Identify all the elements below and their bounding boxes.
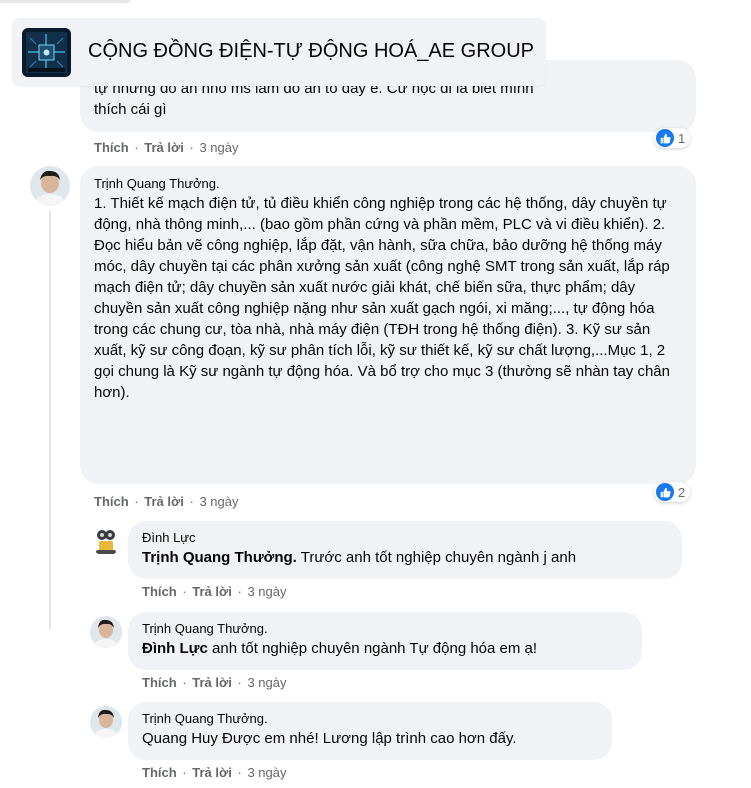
like-button[interactable]: Thích xyxy=(142,584,177,599)
top-strip xyxy=(0,0,751,18)
comment-author[interactable]: Trịnh Quang Thưởng. xyxy=(94,176,684,191)
reply-actions: Thích · Trả lời · 3 ngày xyxy=(142,675,287,690)
separator-dot: · xyxy=(237,765,242,780)
like-button[interactable]: Thích xyxy=(142,765,177,780)
avatar[interactable] xyxy=(90,616,122,648)
group-name[interactable]: CỘNG ĐỒNG ĐIỆN-TỰ ĐỘNG HOÁ_AE GROUP xyxy=(88,40,534,63)
reply-time[interactable]: 3 ngày xyxy=(247,584,286,599)
reply-text: Trịnh Quang Thưởng. Trước anh tốt nghiệp… xyxy=(142,547,670,568)
reply-message: Trước anh tốt nghiệp chuyên ngành j anh xyxy=(296,549,577,566)
separator-dot: · xyxy=(182,584,187,599)
reply-actions: Thích · Trả lời · 3 ngày xyxy=(142,584,287,599)
user-avatar-icon xyxy=(90,616,122,648)
comment-text: 1. Thiết kế mạch điện tử, tủ điều khiển … xyxy=(94,195,670,401)
separator-dot: · xyxy=(189,140,194,155)
comment-text: thích cái gì xyxy=(94,101,167,118)
reply-button[interactable]: Trả lời xyxy=(144,140,184,155)
reaction-count[interactable]: 2 xyxy=(654,482,691,502)
like-count: 2 xyxy=(678,484,686,500)
like-reaction-icon xyxy=(656,483,674,501)
separator-dot: · xyxy=(182,765,187,780)
reply-author[interactable]: Trịnh Quang Thưởng. xyxy=(142,711,600,726)
mention-link[interactable]: Đình Lực xyxy=(142,640,208,657)
separator-dot: · xyxy=(134,140,139,155)
reply-text: Quang Huy Được em nhé! Lương lập trình c… xyxy=(142,730,517,747)
like-button[interactable]: Thích xyxy=(94,494,129,509)
avatar[interactable] xyxy=(90,706,122,738)
avatar[interactable] xyxy=(90,524,122,556)
comment-time[interactable]: 3 ngày xyxy=(199,140,238,155)
comment-actions: Thích · Trả lời · 3 ngày xyxy=(94,494,239,509)
reply-text: Đình Lực anh tốt nghiệp chuyên ngành Tự … xyxy=(142,638,630,659)
reply-button[interactable]: Trả lời xyxy=(192,675,232,690)
separator-dot: · xyxy=(189,494,194,509)
separator-dot: · xyxy=(237,675,242,690)
comment-time[interactable]: 3 ngày xyxy=(199,494,238,509)
separator-dot: · xyxy=(182,675,187,690)
reaction-count[interactable]: 1 xyxy=(654,128,691,148)
reply-bubble: Trịnh Quang Thưởng. Đình Lực anh tốt ngh… xyxy=(128,612,642,670)
user-avatar-icon xyxy=(90,706,122,738)
reply-button[interactable]: Trả lời xyxy=(192,765,232,780)
reply-bubble: Đình Lực Trịnh Quang Thưởng. Trước anh t… xyxy=(128,521,682,579)
avatar[interactable] xyxy=(30,166,70,206)
mention-link[interactable]: Trịnh Quang Thưởng. xyxy=(142,549,297,566)
reply-author[interactable]: Trịnh Quang Thưởng. xyxy=(142,621,630,636)
reply-actions: Thích · Trả lời · 3 ngày xyxy=(142,765,287,780)
circuit-logo-icon xyxy=(22,28,71,77)
separator-dot: · xyxy=(134,494,139,509)
reply-button[interactable]: Trả lời xyxy=(192,584,232,599)
group-logo[interactable] xyxy=(22,28,71,77)
user-avatar-icon xyxy=(30,166,70,206)
like-reaction-icon xyxy=(656,129,674,147)
like-button[interactable]: Thích xyxy=(94,140,129,155)
top-divider xyxy=(0,0,130,3)
reply-bubble: Trịnh Quang Thưởng. Quang Huy Được em nh… xyxy=(128,702,612,760)
reply-time[interactable]: 3 ngày xyxy=(247,765,286,780)
reply-message: anh tốt nghiệp chuyên ngành Tự động hóa … xyxy=(207,640,538,657)
thread-line xyxy=(49,210,51,630)
group-header[interactable]: CỘNG ĐỒNG ĐIỆN-TỰ ĐỘNG HOÁ_AE GROUP xyxy=(12,18,546,86)
reply-button[interactable]: Trả lời xyxy=(144,494,184,509)
reply-author[interactable]: Đình Lực xyxy=(142,530,670,545)
like-button[interactable]: Thích xyxy=(142,675,177,690)
comment-bubble: Trịnh Quang Thưởng. 1. Thiết kế mạch điệ… xyxy=(80,166,696,484)
separator-dot: · xyxy=(237,584,242,599)
like-count: 1 xyxy=(678,130,686,146)
cartoon-avatar-icon xyxy=(90,524,122,556)
reply-time[interactable]: 3 ngày xyxy=(247,675,286,690)
comment-actions: Thích · Trả lời · 3 ngày xyxy=(94,140,239,155)
